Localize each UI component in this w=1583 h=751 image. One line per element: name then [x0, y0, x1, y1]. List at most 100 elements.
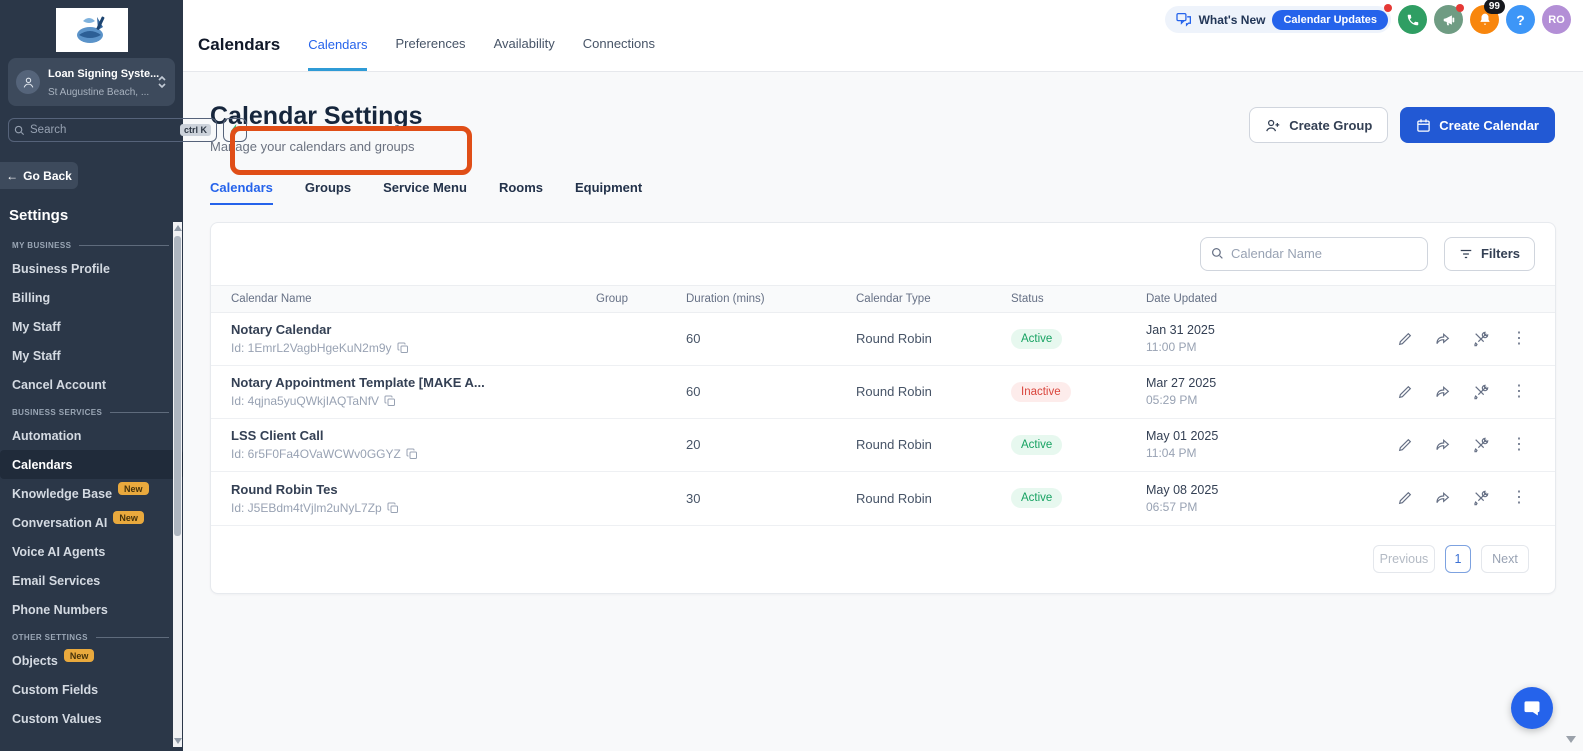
scroll-up-arrow-icon[interactable]	[174, 225, 182, 231]
edit-pencil-icon[interactable]	[1397, 490, 1413, 506]
chat-widget-button[interactable]	[1511, 687, 1553, 729]
filters-button[interactable]: Filters	[1443, 236, 1535, 271]
sidebar-item-phone-numbers[interactable]: Phone Numbers	[0, 595, 183, 624]
calendar-name[interactable]: Notary Appointment Template [MAKE A...	[231, 375, 596, 390]
share-arrow-icon[interactable]	[1435, 331, 1451, 347]
sidebar-item-custom-fields[interactable]: Custom Fields	[0, 675, 183, 704]
calendar-name[interactable]: Round Robin Tes	[231, 482, 596, 497]
sidebar-search[interactable]: ctrl K	[8, 118, 218, 142]
settings-menu: MY BUSINESS Business Profile Billing My …	[0, 228, 183, 733]
tab-equipment[interactable]: Equipment	[575, 180, 642, 205]
calendar-name-search-input[interactable]	[1230, 246, 1417, 261]
calendar-name-search[interactable]	[1199, 236, 1428, 271]
next-page-button[interactable]: Next	[1481, 544, 1529, 573]
scroll-down-arrow-icon[interactable]	[174, 738, 182, 744]
kebab-menu-icon[interactable]: ⋮	[1511, 490, 1527, 506]
sidebar-item-email-services[interactable]: Email Services	[0, 566, 183, 595]
notifications-button[interactable]: 99	[1470, 0, 1505, 34]
create-calendar-button[interactable]: Create Calendar	[1400, 107, 1555, 143]
tab-rooms[interactable]: Rooms	[499, 180, 543, 205]
sidebar-item-objects[interactable]: Objects New	[0, 646, 183, 675]
duration-cell: 60	[686, 384, 701, 399]
lightning-icon	[230, 123, 241, 137]
scroll-down-arrow-icon[interactable]	[1566, 736, 1576, 743]
main-content: Calendar Settings Manage your calendars …	[183, 72, 1583, 751]
header-tabs: Calendars Preferences Availability Conne…	[308, 0, 655, 71]
tools-icon[interactable]	[1473, 490, 1489, 506]
sidebar-item-billing[interactable]: Billing	[0, 283, 183, 312]
calendar-updates-button[interactable]: Calendar Updates	[1272, 9, 1388, 30]
whats-new-label: What's New	[1198, 12, 1266, 27]
announcements-button[interactable]	[1434, 4, 1464, 34]
whats-new-button[interactable]: What's New Calendar Updates	[1164, 4, 1392, 33]
user-avatar[interactable]: RO	[1542, 5, 1571, 34]
create-group-button[interactable]: Create Group	[1249, 107, 1389, 143]
share-arrow-icon[interactable]	[1435, 437, 1451, 453]
help-button[interactable]: ?	[1506, 5, 1535, 34]
go-back-button[interactable]: ← Go Back	[0, 162, 78, 189]
chat-widget-icon	[1522, 698, 1542, 718]
kebab-menu-icon[interactable]: ⋮	[1511, 436, 1527, 453]
business-logo	[55, 8, 128, 52]
tools-icon[interactable]	[1473, 437, 1489, 453]
date-updated: May 08 2025	[1146, 482, 1219, 497]
sidebar-item-automation[interactable]: Automation	[0, 421, 183, 450]
tab-calendars-sub[interactable]: Calendars	[210, 180, 273, 205]
sidebar-item-calendars[interactable]: Calendars	[0, 450, 183, 479]
table-row: Round Robin Tes Id: J5EBdm4tVjlm2uNyL7Zp…	[211, 472, 1555, 525]
tab-groups[interactable]: Groups	[305, 180, 351, 205]
edit-pencil-icon[interactable]	[1397, 384, 1413, 400]
chevron-updown-icon	[157, 75, 167, 89]
calendar-settings-tabs: Calendars Groups Service Menu Rooms Equi…	[183, 154, 1583, 205]
new-badge: New	[63, 649, 95, 662]
calendar-id: Id: 1EmrL2VagbHgeKuN2m9y	[231, 341, 392, 355]
share-arrow-icon[interactable]	[1435, 490, 1451, 506]
sidebar-item-conversation-ai[interactable]: Conversation AI New	[0, 508, 183, 537]
page-number-button[interactable]: 1	[1445, 544, 1471, 573]
sidebar-item-my-staff-2[interactable]: My Staff	[0, 341, 183, 370]
section-business-services: BUSINESS SERVICES	[0, 399, 183, 421]
quick-actions-button[interactable]	[223, 118, 248, 142]
tab-preferences[interactable]: Preferences	[395, 36, 465, 71]
duration-cell: 20	[686, 437, 701, 452]
share-arrow-icon[interactable]	[1435, 384, 1451, 400]
account-switcher[interactable]: Loan Signing Syste... St Augustine Beach…	[8, 58, 175, 106]
copy-icon[interactable]	[397, 342, 409, 354]
sidebar-item-voice-ai-agents[interactable]: Voice AI Agents	[0, 537, 183, 566]
edit-pencil-icon[interactable]	[1397, 437, 1413, 453]
sidebar-item-knowledge-base[interactable]: Knowledge Base New	[0, 479, 183, 508]
previous-page-button[interactable]: Previous	[1373, 544, 1435, 573]
calendar-name[interactable]: Notary Calendar	[231, 322, 596, 337]
sidebar-item-my-staff[interactable]: My Staff	[0, 312, 183, 341]
kebab-menu-icon[interactable]: ⋮	[1511, 383, 1527, 400]
sidebar-item-business-profile[interactable]: Business Profile	[0, 254, 183, 283]
kebab-menu-icon[interactable]: ⋮	[1511, 330, 1527, 347]
calendars-table-card: Filters Calendar Name Group Duration (mi…	[210, 221, 1556, 594]
tools-icon[interactable]	[1473, 331, 1489, 347]
date-updated: May 01 2025	[1146, 429, 1219, 443]
sidebar-item-cancel-account[interactable]: Cancel Account	[0, 370, 183, 399]
calendar-name[interactable]: LSS Client Call	[231, 428, 596, 443]
calendar-id: Id: J5EBdm4tVjlm2uNyL7Zp	[231, 500, 382, 515]
edit-pencil-icon[interactable]	[1397, 331, 1413, 347]
sidebar-item-custom-values[interactable]: Custom Values	[0, 704, 183, 733]
calendar-id: Id: 6r5F0Fa4OVaWCWv0GGYZ	[231, 447, 401, 461]
filters-label: Filters	[1480, 246, 1520, 261]
sidebar-search-input[interactable]	[30, 124, 175, 136]
sidebar-scrollbar-thumb[interactable]	[174, 236, 181, 536]
sidebar-title: Settings	[9, 207, 69, 224]
tools-icon[interactable]	[1473, 384, 1489, 400]
user-avatar-icon	[16, 70, 40, 94]
copy-icon[interactable]	[406, 448, 418, 460]
pagination: Previous 1 Next	[211, 524, 1555, 593]
tab-calendars[interactable]: Calendars	[308, 37, 368, 71]
sidebar-scrollbar[interactable]	[173, 222, 182, 747]
copy-icon[interactable]	[384, 395, 396, 407]
status-badge: Inactive	[1011, 381, 1071, 402]
col-calendar-name: Calendar Name	[231, 292, 312, 305]
copy-icon[interactable]	[387, 502, 399, 514]
phone-button[interactable]	[1398, 5, 1427, 34]
tab-service-menu[interactable]: Service Menu	[383, 180, 467, 205]
tab-connections[interactable]: Connections	[583, 36, 655, 71]
tab-availability[interactable]: Availability	[494, 36, 555, 71]
